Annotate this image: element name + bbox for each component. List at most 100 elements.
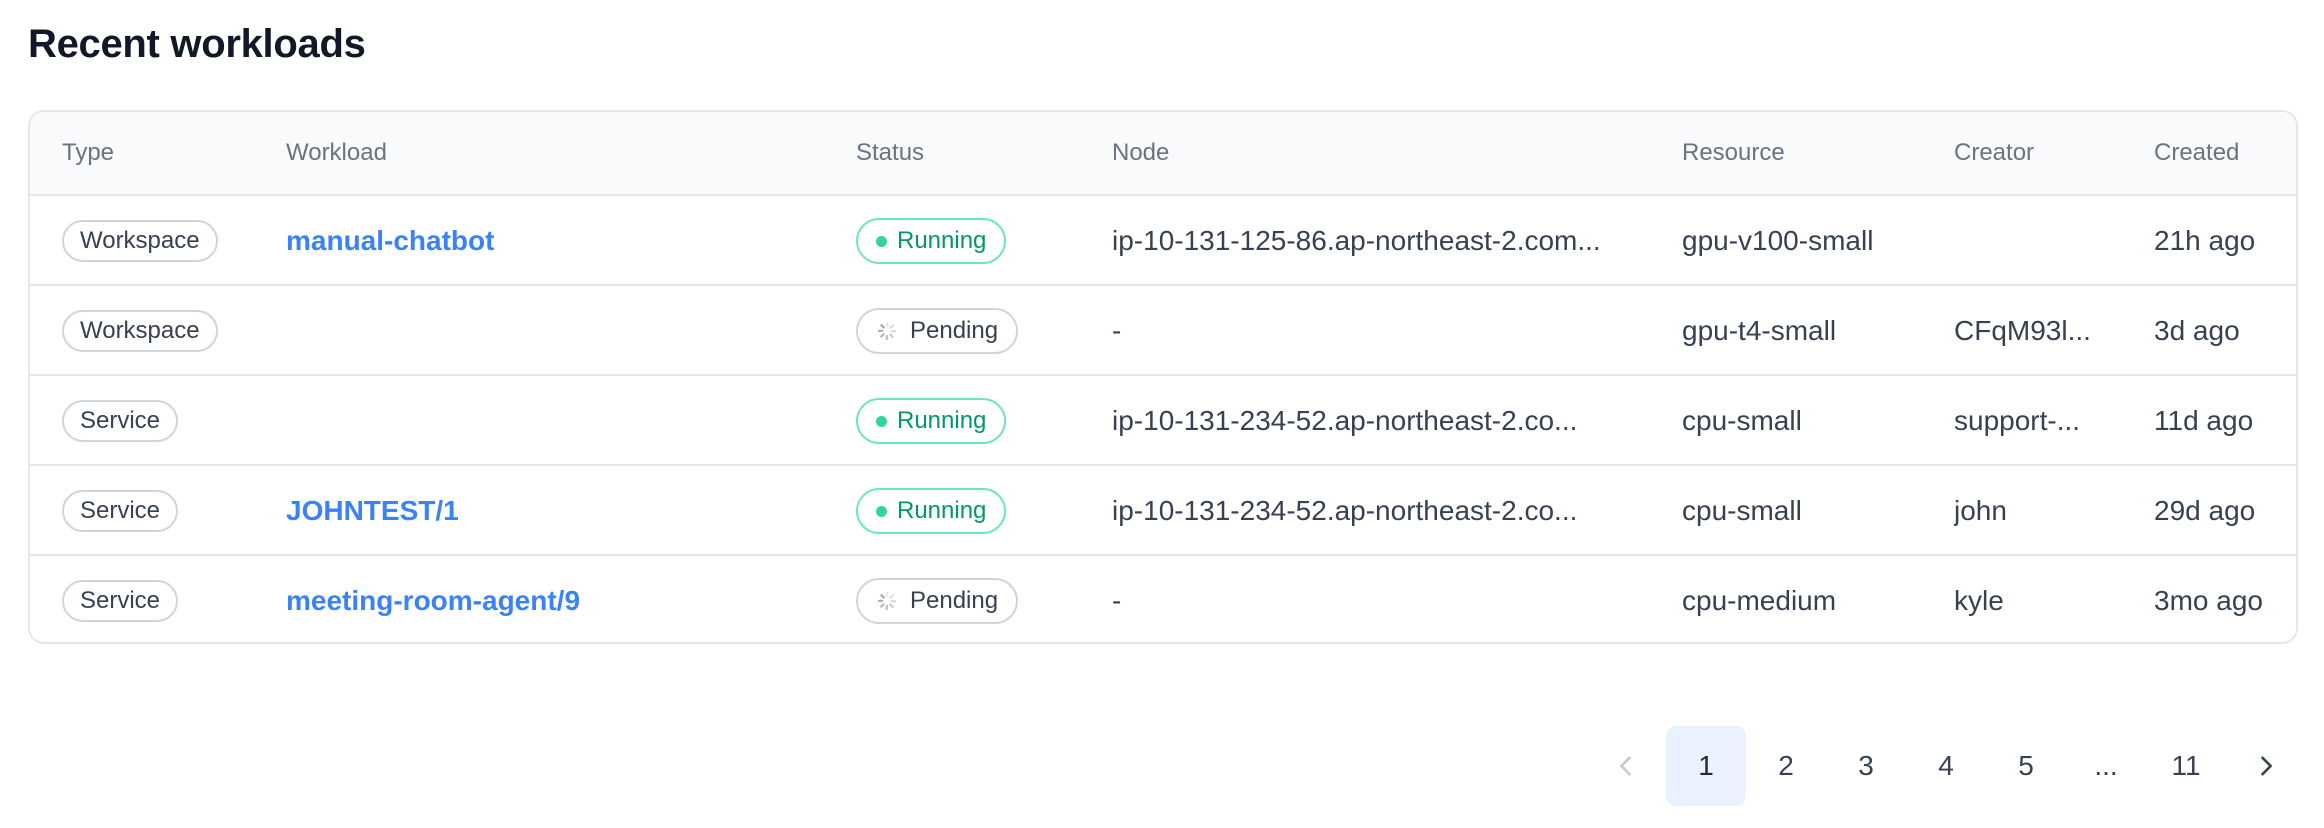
table-body: Workspace manual-chatbot Running ip-10-131-… <box>30 196 2296 642</box>
type-cell: Service <box>62 376 179 466</box>
header-resource: Resource <box>1682 139 1785 166</box>
type-badge: Service <box>62 400 179 442</box>
spinner-icon <box>877 591 897 611</box>
creator-cell <box>1954 196 2094 286</box>
resource-text: cpu-small <box>1682 405 1802 436</box>
node-text: - <box>1112 585 1122 616</box>
table-row[interactable]: Service meeting-room-agent/9 Pending - cpu-m… <box>30 556 2296 642</box>
type-badge: Workspace <box>62 220 218 262</box>
page-button-2[interactable]: 2 <box>1746 726 1826 806</box>
resource-text: gpu-t4-small <box>1682 315 1837 346</box>
page-button-11[interactable]: 11 <box>2146 726 2226 806</box>
status-badge: Running <box>856 398 1007 444</box>
workloads-table: Type Workload Status Node Resource Creat… <box>28 110 2298 644</box>
created-cell: 3mo ago <box>2154 556 2263 642</box>
status-label: Running <box>897 497 987 524</box>
created-cell: 29d ago <box>2154 466 2255 556</box>
header-status: Status <box>856 139 925 166</box>
status-cell: Pending <box>856 556 1019 642</box>
type-cell: Workspace <box>62 196 218 286</box>
created-text: 11d ago <box>2154 405 2254 436</box>
status-badge: Running <box>856 218 1007 264</box>
type-cell: Workspace <box>62 286 218 376</box>
created-text: 29d ago <box>2154 495 2256 526</box>
status-cell: Running <box>856 466 1007 556</box>
created-cell: 3d ago <box>2154 286 2240 376</box>
node-cell: - <box>1112 286 1672 376</box>
status-label: Pending <box>910 317 999 344</box>
node-cell: ip-10-131-234-52.ap-northeast-2.co... <box>1112 466 1672 556</box>
resource-cell: cpu-small <box>1682 466 1802 556</box>
resource-text: cpu-small <box>1682 495 1802 526</box>
page-list: 1 2 3 4 5... 11 <box>1666 726 2226 806</box>
creator-cell: CFqM93l... <box>1954 286 2094 376</box>
header-creator: Creator <box>1954 139 2035 166</box>
creator-cell: john <box>1954 466 2094 556</box>
node-text: ip-10-131-234-52.ap-northeast-2.co... <box>1112 405 1578 436</box>
pagination: 1 2 3 4 5... 11 <box>1586 726 2306 806</box>
resource-text: gpu-v100-small <box>1682 225 1874 256</box>
workload-cell: manual-chatbot <box>286 196 494 286</box>
chevron-right-icon <box>2261 756 2272 776</box>
header-type: Type <box>62 139 115 166</box>
type-cell: Service <box>62 466 179 556</box>
next-page-button[interactable] <box>2226 726 2306 806</box>
table-row[interactable]: Workspace Pending - gpu-t4-small CFqM93l... 3… <box>30 286 2296 376</box>
status-label: Running <box>897 227 987 254</box>
type-cell: Service <box>62 556 179 642</box>
page-ellipsis: ... <box>2094 750 2118 781</box>
workload-link[interactable]: meeting-room-agent/9 <box>286 585 580 617</box>
status-cell: Pending <box>856 286 1019 376</box>
resource-cell: gpu-v100-small <box>1682 196 1873 286</box>
resource-cell: cpu-small <box>1682 376 1802 466</box>
created-cell: 11d ago <box>2154 376 2253 466</box>
workload-link[interactable]: manual-chatbot <box>286 225 494 257</box>
status-dot-icon <box>876 505 887 517</box>
table-row[interactable]: Service JOHNTEST/1 Running ip-10-131-234-52… <box>30 466 2296 556</box>
status-badge: Pending <box>856 308 1019 354</box>
page-button-4[interactable]: 4 <box>1906 726 1986 806</box>
creator-text: support-... <box>1954 405 2081 436</box>
node-cell: ip-10-131-234-52.ap-northeast-2.co... <box>1112 376 1672 466</box>
page-title: Recent workloads <box>28 22 366 66</box>
table-row[interactable]: Workspace manual-chatbot Running ip-10-131-… <box>30 196 2296 286</box>
header-workload: Workload <box>286 139 387 166</box>
workload-link[interactable]: JOHNTEST/1 <box>286 495 459 527</box>
status-dot-icon <box>876 235 887 247</box>
table-row[interactable]: Service Running ip-10-131-234-52.ap-northe… <box>30 376 2296 466</box>
type-badge: Service <box>62 580 179 622</box>
type-badge: Service <box>62 490 179 532</box>
chevron-left-icon <box>1620 756 1631 776</box>
creator-cell: support-... <box>1954 376 2094 466</box>
table-header: Type Workload Status Node Resource Creat… <box>30 112 2296 196</box>
status-badge: Running <box>856 488 1007 534</box>
page-button-3[interactable]: 3 <box>1826 726 1906 806</box>
prev-page-button[interactable] <box>1586 726 1666 806</box>
header-node: Node <box>1112 139 1170 166</box>
page-button-1[interactable]: 1 <box>1666 726 1746 806</box>
node-text: ip-10-131-125-86.ap-northeast-2.com... <box>1112 225 1601 256</box>
header-created: Created <box>2154 139 2240 166</box>
node-text: ip-10-131-234-52.ap-northeast-2.co... <box>1112 495 1578 526</box>
page-button-5[interactable]: 5 <box>1986 726 2066 806</box>
type-badge: Workspace <box>62 310 218 352</box>
spinner-icon <box>877 321 897 341</box>
creator-text: CFqM93l... <box>1954 315 2091 346</box>
created-text: 21h ago <box>2154 225 2256 256</box>
created-text: 3mo ago <box>2154 585 2263 616</box>
status-badge: Pending <box>856 578 1019 624</box>
created-cell: 21h ago <box>2154 196 2255 286</box>
status-cell: Running <box>856 196 1007 286</box>
workload-cell: meeting-room-agent/9 <box>286 556 580 642</box>
workload-cell: JOHNTEST/1 <box>286 466 459 556</box>
created-text: 3d ago <box>2154 315 2240 346</box>
creator-cell: kyle <box>1954 556 2094 642</box>
status-label: Running <box>897 407 987 434</box>
creator-text: kyle <box>1954 585 2004 616</box>
status-dot-icon <box>876 415 887 427</box>
resource-cell: cpu-medium <box>1682 556 1836 642</box>
node-text: - <box>1112 315 1122 346</box>
status-cell: Running <box>856 376 1007 466</box>
resource-cell: gpu-t4-small <box>1682 286 1836 376</box>
creator-text: john <box>1954 495 2007 526</box>
